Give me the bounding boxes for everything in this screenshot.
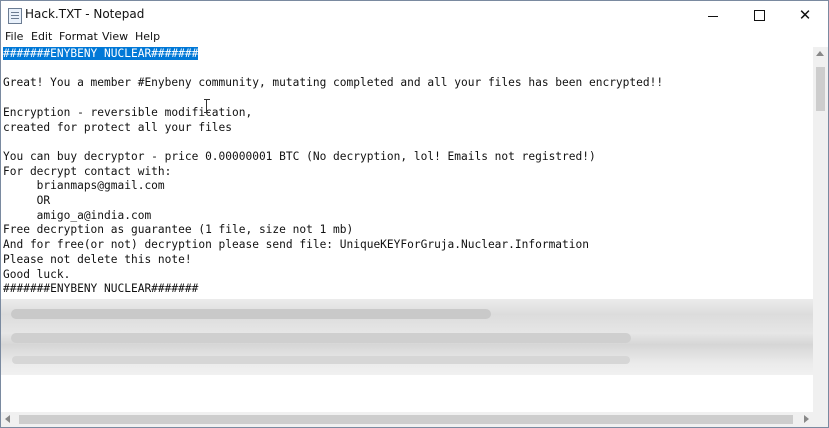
scroll-right-icon[interactable]	[804, 415, 809, 423]
scroll-up-icon[interactable]	[816, 51, 824, 56]
text-line: Good luck.	[3, 267, 71, 281]
text-line: Please not delete this note!	[3, 252, 192, 266]
text-line: OR	[3, 194, 51, 207]
text-line: And for free(or not) decryption please s…	[3, 238, 589, 252]
text-line: Great! You a member #Enybeny community, …	[3, 76, 664, 90]
text-line: Encryption - reversible modification,	[3, 105, 253, 119]
menu-edit[interactable]: Edit	[31, 30, 52, 43]
text-line: For decrypt contact with:	[3, 164, 172, 178]
scrollbar-corner	[813, 412, 828, 427]
text-line: #######ENYBENY NUCLEAR#######	[3, 282, 199, 296]
minimize-icon	[708, 15, 718, 17]
notepad-icon	[8, 8, 22, 24]
text-editor[interactable]: #######ENYBENY NUCLEAR####### Great! You…	[1, 47, 813, 417]
close-button[interactable]: ✕	[782, 1, 828, 29]
blurred-region	[1, 299, 813, 375]
text-line: You can buy decryptor - price 0.00000001…	[3, 149, 596, 163]
text-line: amigo_a@india.com	[3, 208, 152, 222]
menu-format[interactable]: Format	[59, 30, 98, 43]
text-cursor-icon	[204, 99, 210, 113]
horizontal-scrollbar[interactable]	[1, 412, 813, 427]
window-title: Hack.TXT - Notepad	[25, 7, 145, 21]
vertical-scroll-thumb[interactable]	[816, 67, 825, 111]
maximize-button[interactable]	[736, 1, 782, 29]
notepad-window: Hack.TXT - Notepad ✕ File Edit Format Vi…	[0, 0, 829, 428]
selected-text: #######ENYBENY NUCLEAR#######	[3, 47, 199, 60]
menu-help[interactable]: Help	[135, 30, 160, 43]
maximize-icon	[753, 9, 765, 21]
title-bar[interactable]: Hack.TXT - Notepad ✕	[1, 1, 828, 29]
menu-view[interactable]: View	[102, 30, 128, 43]
text-line: Free decryption as guarantee (1 file, si…	[3, 223, 354, 237]
scroll-left-icon[interactable]	[5, 415, 10, 423]
close-icon: ✕	[798, 5, 812, 24]
minimize-button[interactable]	[690, 1, 736, 29]
menu-file[interactable]: File	[5, 30, 23, 43]
text-line: brianmaps@gmail.com	[3, 179, 165, 193]
menu-bar: File Edit Format View Help	[1, 29, 828, 47]
text-line: #######ENYBENY NUCLEAR#######	[3, 47, 199, 60]
text-line: created for protect all your files	[3, 120, 233, 134]
vertical-scrollbar[interactable]	[813, 47, 828, 417]
horizontal-scroll-thumb[interactable]	[19, 415, 793, 424]
